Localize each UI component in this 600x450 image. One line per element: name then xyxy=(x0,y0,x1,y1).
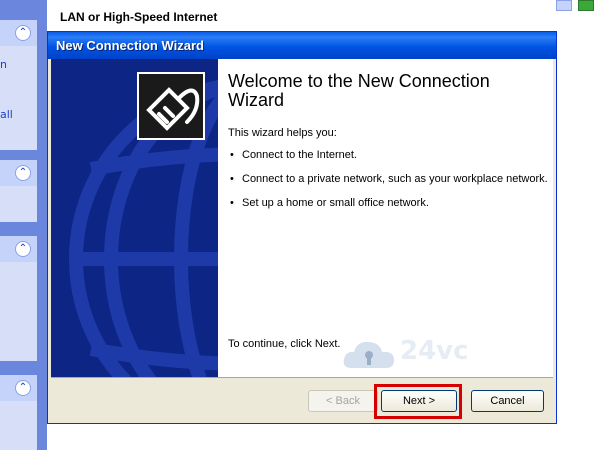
chevron-up-icon[interactable]: ⌃ xyxy=(15,165,31,181)
task-group-2: ⌃ xyxy=(0,160,37,222)
task-group-3-header[interactable]: ⌃ xyxy=(0,236,37,262)
task-group-2-header[interactable]: ⌃ xyxy=(0,160,37,186)
wizard-heading: Welcome to the New Connection Wizard xyxy=(228,71,490,110)
chevron-up-icon[interactable]: ⌃ xyxy=(15,241,31,257)
task-group-4-header[interactable]: ⌃ xyxy=(0,375,37,401)
chevron-up-icon[interactable]: ⌃ xyxy=(15,25,31,41)
watermark-text: 24vc xyxy=(400,336,469,366)
dialog-title: New Connection Wizard xyxy=(56,38,204,53)
list-item: • Set up a home or small office network. xyxy=(230,197,429,209)
task-link-fragment[interactable]: n xyxy=(0,58,7,71)
go-icon[interactable] xyxy=(578,0,594,11)
next-button-highlight xyxy=(374,384,462,419)
continue-instruction: To continue, click Next. xyxy=(228,338,341,350)
task-group-1-header[interactable]: ⌃ xyxy=(0,20,37,46)
explorer-window-title: LAN or High-Speed Internet xyxy=(60,10,218,24)
wizard-banner xyxy=(51,59,218,377)
task-group-1: ⌃ n all xyxy=(0,20,37,150)
explorer-task-pane: ⌃ n all ⌃ ⌃ ⌃ xyxy=(0,0,47,450)
back-button[interactable]: < Back xyxy=(308,390,378,412)
wizard-content-pane: Welcome to the New Connection Wizard Thi… xyxy=(218,59,553,377)
watermark: 24vc xyxy=(342,334,469,374)
cancel-button[interactable]: Cancel xyxy=(471,390,544,412)
chevron-up-icon[interactable]: ⌃ xyxy=(15,380,31,396)
dialog-titlebar[interactable]: New Connection Wizard xyxy=(48,32,556,59)
bullet-text: Set up a home or small office network. xyxy=(242,197,429,209)
network-cable-icon xyxy=(137,72,205,140)
wizard-bullet-list: • Connect to the Internet. • Connect to a … xyxy=(228,149,548,221)
back-nav-icon[interactable] xyxy=(556,0,572,11)
task-link-fragment[interactable]: all xyxy=(0,108,13,121)
task-group-4: ⌃ xyxy=(0,375,37,450)
button-separator xyxy=(51,377,553,378)
task-group-3: ⌃ xyxy=(0,236,37,361)
cloud-lock-icon xyxy=(343,341,394,368)
list-item: • Connect to a private network, such as y… xyxy=(230,173,548,185)
bullet-text: Connect to a private network, such as yo… xyxy=(242,173,548,185)
wizard-intro-text: This wizard helps you: xyxy=(228,127,337,139)
list-item: • Connect to the Internet. xyxy=(230,149,357,161)
new-connection-wizard-dialog: New Connection Wizard Welcome to the New… xyxy=(47,31,557,424)
bullet-text: Connect to the Internet. xyxy=(242,149,357,161)
